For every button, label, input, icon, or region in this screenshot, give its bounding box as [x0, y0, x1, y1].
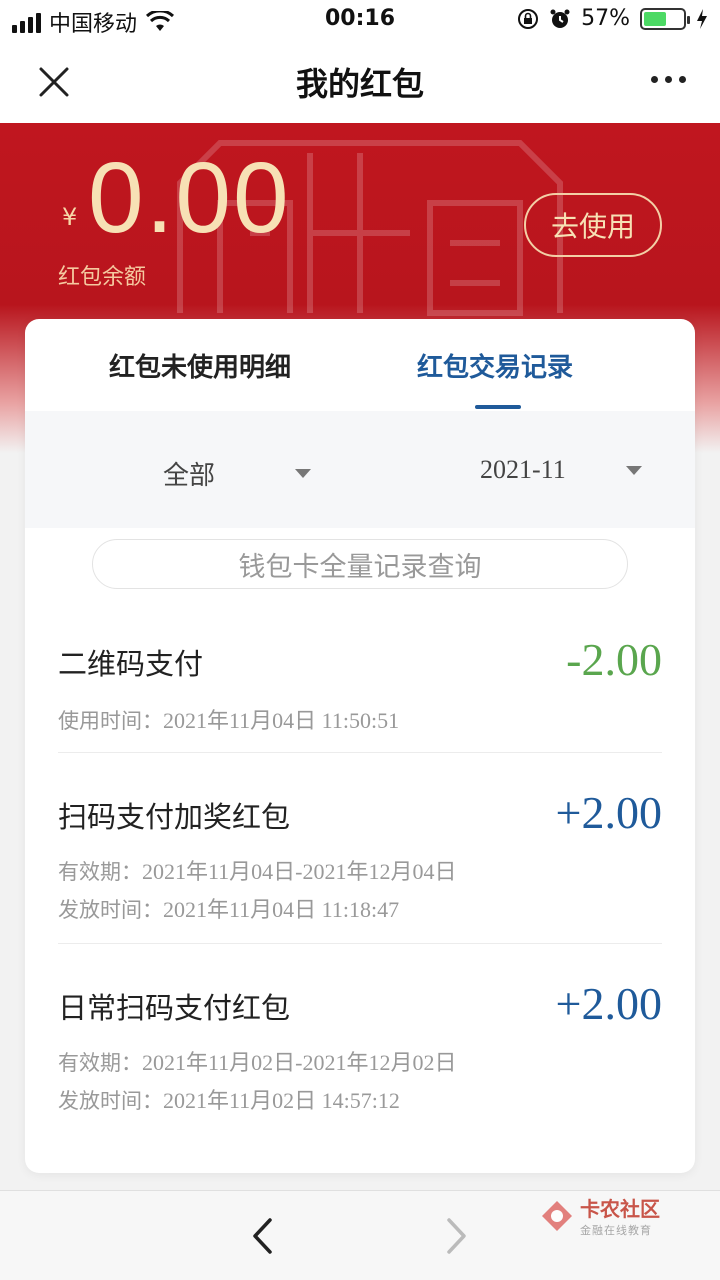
balance-amount: 0.00: [88, 142, 291, 254]
watermark-text: 卡农社区 金融在线教育: [580, 1193, 660, 1238]
divider: [58, 943, 662, 944]
record-detail-line: 发放时间：2021年11月02日 14:57:12: [58, 1083, 400, 1115]
forward-arrow-icon[interactable]: [440, 1215, 472, 1257]
alarm-icon: [550, 9, 570, 28]
status-bar: 中国移动 00:16 57%: [0, 0, 720, 40]
caret-down-icon: [295, 469, 312, 478]
page-title: 我的红包: [295, 64, 424, 103]
watermark-name: 卡农社区: [580, 1197, 660, 1221]
detail-label: 发放时间：: [58, 1089, 163, 1113]
detail-label: 有效期：: [58, 1051, 142, 1075]
record-title: 二维码支付: [58, 647, 204, 681]
watermark-subtitle: 金融在线教育: [580, 1224, 652, 1237]
detail-value: 2021年11月02日-2021年12月02日: [142, 1050, 457, 1075]
detail-label: 发放时间：: [58, 898, 163, 922]
detail-value: 2021年11月04日 11:18:47: [163, 897, 400, 922]
battery-icon: [640, 7, 690, 30]
back-arrow-icon[interactable]: [246, 1215, 278, 1257]
currency-symbol: ¥: [62, 203, 78, 231]
bottom-nav-bar: 卡农社区 金融在线教育: [0, 1190, 720, 1280]
month-filter-dropdown[interactable]: 2021-11: [480, 455, 642, 485]
detail-label: 使用时间：: [58, 709, 163, 733]
type-filter-value: 全部: [163, 461, 216, 491]
record-item[interactable]: 日常扫码支付红包 +2.00 有效期：2021年11月02日-2021年12月0…: [58, 978, 662, 1115]
records-card: 红包未使用明细 红包交易记录 全部 2021-11 钱包卡全量记录查询 二维码支…: [25, 319, 695, 1173]
charging-icon: [697, 8, 707, 29]
status-right: 57%: [517, 6, 708, 31]
record-amount: -2.00: [566, 634, 662, 685]
tab-transaction-records[interactable]: 红包交易记录: [417, 347, 573, 384]
balance-label: 红包余额: [58, 265, 147, 290]
record-detail-line: 有效期：2021年11月04日-2021年12月04日: [58, 854, 457, 886]
full-records-query-button[interactable]: 钱包卡全量记录查询: [92, 539, 628, 589]
tab-unused-details[interactable]: 红包未使用明细: [109, 347, 291, 384]
more-icon[interactable]: [651, 76, 686, 83]
detail-label: 有效期：: [58, 860, 142, 884]
record-item[interactable]: 扫码支付加奖红包 +2.00 有效期：2021年11月04日-2021年12月0…: [58, 787, 662, 924]
close-icon[interactable]: [36, 64, 72, 100]
record-detail-line: 有效期：2021年11月02日-2021年12月02日: [58, 1045, 457, 1077]
month-filter-value: 2021-11: [480, 455, 566, 484]
record-detail-line: 发放时间：2021年11月04日 11:18:47: [58, 892, 399, 924]
detail-value: 2021年11月04日-2021年12月04日: [142, 859, 457, 884]
record-title: 扫码支付加奖红包: [58, 800, 291, 834]
watermark-logo: 卡农社区 金融在线教育: [540, 1193, 660, 1238]
divider: [58, 752, 662, 753]
record-detail-line: 使用时间：2021年11月04日 11:50:51: [58, 703, 399, 735]
record-amount: +2.00: [555, 978, 662, 1029]
use-button[interactable]: 去使用: [524, 193, 662, 257]
rotation-lock-icon: [518, 8, 539, 29]
detail-value: 2021年11月04日 11:50:51: [163, 708, 400, 733]
detail-value: 2021年11月02日 14:57:12: [163, 1088, 400, 1113]
nav-bar: 我的红包: [0, 40, 720, 123]
record-item[interactable]: 二维码支付 -2.00 使用时间：2021年11月04日 11:50:51: [58, 634, 662, 733]
filter-bar: 全部 2021-11: [25, 411, 695, 528]
record-title: 日常扫码支付红包: [58, 991, 291, 1025]
record-amount: +2.00: [555, 787, 662, 838]
caret-down-icon: [625, 465, 642, 475]
battery-percent: 57%: [581, 6, 630, 31]
type-filter-dropdown[interactable]: 全部: [163, 455, 312, 492]
active-tab-indicator: [475, 405, 521, 409]
tab-bar: 红包未使用明细 红包交易记录: [25, 319, 695, 411]
watermark-icon: [542, 1200, 572, 1231]
